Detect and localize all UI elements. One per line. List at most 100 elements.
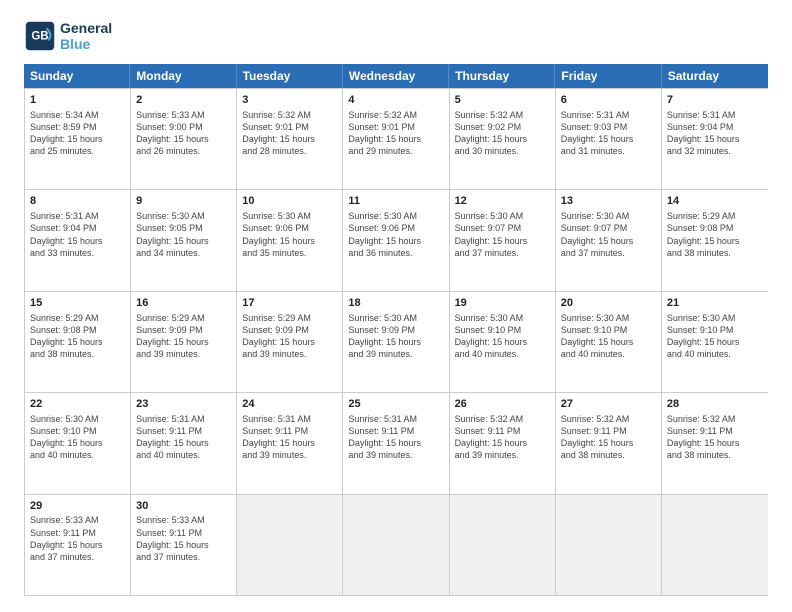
calendar-cell: 21Sunrise: 5:30 AMSunset: 9:10 PMDayligh… xyxy=(662,292,768,392)
logo-line1: General xyxy=(60,20,112,36)
calendar-cell: 30Sunrise: 5:33 AMSunset: 9:11 PMDayligh… xyxy=(131,495,237,595)
calendar-cell xyxy=(450,495,556,595)
cell-info: Sunrise: 5:33 AMSunset: 9:11 PMDaylight:… xyxy=(136,514,231,563)
day-number: 23 xyxy=(136,397,231,412)
day-number: 21 xyxy=(667,296,763,311)
calendar-cell: 17Sunrise: 5:29 AMSunset: 9:09 PMDayligh… xyxy=(237,292,343,392)
cell-info: Sunrise: 5:30 AMSunset: 9:10 PMDaylight:… xyxy=(561,312,656,361)
logo-line2: Blue xyxy=(60,36,112,52)
calendar-cell: 19Sunrise: 5:30 AMSunset: 9:10 PMDayligh… xyxy=(450,292,556,392)
cell-info: Sunrise: 5:33 AMSunset: 9:00 PMDaylight:… xyxy=(136,109,231,158)
calendar-cell: 16Sunrise: 5:29 AMSunset: 9:09 PMDayligh… xyxy=(131,292,237,392)
day-number: 26 xyxy=(455,397,550,412)
calendar-cell: 6Sunrise: 5:31 AMSunset: 9:03 PMDaylight… xyxy=(556,89,662,189)
day-number: 12 xyxy=(455,194,550,209)
calendar-cell: 27Sunrise: 5:32 AMSunset: 9:11 PMDayligh… xyxy=(556,393,662,493)
day-number: 4 xyxy=(348,93,443,108)
day-number: 28 xyxy=(667,397,763,412)
cell-info: Sunrise: 5:31 AMSunset: 9:11 PMDaylight:… xyxy=(242,413,337,462)
cell-info: Sunrise: 5:31 AMSunset: 9:04 PMDaylight:… xyxy=(30,210,125,259)
logo: GB General Blue xyxy=(24,20,112,52)
day-number: 18 xyxy=(348,296,443,311)
day-number: 15 xyxy=(30,296,125,311)
day-number: 6 xyxy=(561,93,656,108)
calendar-row-4: 22Sunrise: 5:30 AMSunset: 9:10 PMDayligh… xyxy=(25,392,768,493)
cell-info: Sunrise: 5:32 AMSunset: 9:11 PMDaylight:… xyxy=(455,413,550,462)
header-day-friday: Friday xyxy=(555,64,661,88)
calendar-cell xyxy=(343,495,449,595)
calendar-cell: 2Sunrise: 5:33 AMSunset: 9:00 PMDaylight… xyxy=(131,89,237,189)
calendar-body: 1Sunrise: 5:34 AMSunset: 8:59 PMDaylight… xyxy=(24,88,768,596)
cell-info: Sunrise: 5:30 AMSunset: 9:09 PMDaylight:… xyxy=(348,312,443,361)
calendar-cell xyxy=(237,495,343,595)
day-number: 11 xyxy=(348,194,443,209)
calendar-cell: 9Sunrise: 5:30 AMSunset: 9:05 PMDaylight… xyxy=(131,190,237,290)
cell-info: Sunrise: 5:30 AMSunset: 9:05 PMDaylight:… xyxy=(136,210,231,259)
calendar-cell: 24Sunrise: 5:31 AMSunset: 9:11 PMDayligh… xyxy=(237,393,343,493)
calendar-cell xyxy=(556,495,662,595)
cell-info: Sunrise: 5:31 AMSunset: 9:03 PMDaylight:… xyxy=(561,109,656,158)
cell-info: Sunrise: 5:29 AMSunset: 9:08 PMDaylight:… xyxy=(667,210,763,259)
header-day-sunday: Sunday xyxy=(24,64,130,88)
day-number: 7 xyxy=(667,93,763,108)
day-number: 9 xyxy=(136,194,231,209)
day-number: 13 xyxy=(561,194,656,209)
cell-info: Sunrise: 5:31 AMSunset: 9:11 PMDaylight:… xyxy=(136,413,231,462)
day-number: 5 xyxy=(455,93,550,108)
cell-info: Sunrise: 5:31 AMSunset: 9:04 PMDaylight:… xyxy=(667,109,763,158)
calendar-cell: 13Sunrise: 5:30 AMSunset: 9:07 PMDayligh… xyxy=(556,190,662,290)
calendar-cell: 18Sunrise: 5:30 AMSunset: 9:09 PMDayligh… xyxy=(343,292,449,392)
calendar-cell: 29Sunrise: 5:33 AMSunset: 9:11 PMDayligh… xyxy=(25,495,131,595)
calendar-cell: 12Sunrise: 5:30 AMSunset: 9:07 PMDayligh… xyxy=(450,190,556,290)
cell-info: Sunrise: 5:30 AMSunset: 9:06 PMDaylight:… xyxy=(348,210,443,259)
calendar-cell: 14Sunrise: 5:29 AMSunset: 9:08 PMDayligh… xyxy=(662,190,768,290)
cell-info: Sunrise: 5:30 AMSunset: 9:10 PMDaylight:… xyxy=(455,312,550,361)
calendar-cell: 11Sunrise: 5:30 AMSunset: 9:06 PMDayligh… xyxy=(343,190,449,290)
calendar-cell: 25Sunrise: 5:31 AMSunset: 9:11 PMDayligh… xyxy=(343,393,449,493)
day-number: 1 xyxy=(30,93,125,108)
cell-info: Sunrise: 5:32 AMSunset: 9:02 PMDaylight:… xyxy=(455,109,550,158)
cell-info: Sunrise: 5:29 AMSunset: 9:09 PMDaylight:… xyxy=(136,312,231,361)
calendar-cell: 22Sunrise: 5:30 AMSunset: 9:10 PMDayligh… xyxy=(25,393,131,493)
cell-info: Sunrise: 5:31 AMSunset: 9:11 PMDaylight:… xyxy=(348,413,443,462)
cell-info: Sunrise: 5:29 AMSunset: 9:08 PMDaylight:… xyxy=(30,312,125,361)
calendar-cell: 1Sunrise: 5:34 AMSunset: 8:59 PMDaylight… xyxy=(25,89,131,189)
calendar-row-1: 1Sunrise: 5:34 AMSunset: 8:59 PMDaylight… xyxy=(25,88,768,189)
day-number: 24 xyxy=(242,397,337,412)
cell-info: Sunrise: 5:34 AMSunset: 8:59 PMDaylight:… xyxy=(30,109,125,158)
day-number: 29 xyxy=(30,499,125,514)
calendar-cell: 7Sunrise: 5:31 AMSunset: 9:04 PMDaylight… xyxy=(662,89,768,189)
cell-info: Sunrise: 5:30 AMSunset: 9:07 PMDaylight:… xyxy=(455,210,550,259)
header-day-monday: Monday xyxy=(130,64,236,88)
calendar-cell: 15Sunrise: 5:29 AMSunset: 9:08 PMDayligh… xyxy=(25,292,131,392)
day-number: 10 xyxy=(242,194,337,209)
calendar-cell: 28Sunrise: 5:32 AMSunset: 9:11 PMDayligh… xyxy=(662,393,768,493)
day-number: 25 xyxy=(348,397,443,412)
logo-icon: GB xyxy=(24,20,56,52)
calendar-cell: 4Sunrise: 5:32 AMSunset: 9:01 PMDaylight… xyxy=(343,89,449,189)
calendar-cell: 23Sunrise: 5:31 AMSunset: 9:11 PMDayligh… xyxy=(131,393,237,493)
day-number: 16 xyxy=(136,296,231,311)
header-day-thursday: Thursday xyxy=(449,64,555,88)
calendar-cell: 5Sunrise: 5:32 AMSunset: 9:02 PMDaylight… xyxy=(450,89,556,189)
day-number: 22 xyxy=(30,397,125,412)
calendar: SundayMondayTuesdayWednesdayThursdayFrid… xyxy=(24,64,768,596)
calendar-cell: 8Sunrise: 5:31 AMSunset: 9:04 PMDaylight… xyxy=(25,190,131,290)
header-day-saturday: Saturday xyxy=(662,64,768,88)
calendar-row-5: 29 Sunrise: 5:33 AMSunset: 9:11 PMDayligh… xyxy=(25,494,768,595)
calendar-cell xyxy=(662,495,768,595)
day-number: 3 xyxy=(242,93,337,108)
day-number: 30 xyxy=(136,499,231,514)
svg-text:GB: GB xyxy=(31,31,48,43)
cell-info: Sunrise: 5:32 AMSunset: 9:11 PMDaylight:… xyxy=(561,413,656,462)
day-number: 19 xyxy=(455,296,550,311)
cell-info: Sunrise: 5:30 AMSunset: 9:07 PMDaylight:… xyxy=(561,210,656,259)
day-number: 2 xyxy=(136,93,231,108)
day-number: 20 xyxy=(561,296,656,311)
day-number: 8 xyxy=(30,194,125,209)
header-day-wednesday: Wednesday xyxy=(343,64,449,88)
calendar-header: SundayMondayTuesdayWednesdayThursdayFrid… xyxy=(24,64,768,88)
calendar-row-2: 8Sunrise: 5:31 AMSunset: 9:04 PMDaylight… xyxy=(25,189,768,290)
calendar-row-3: 15Sunrise: 5:29 AMSunset: 9:08 PMDayligh… xyxy=(25,291,768,392)
cell-info: Sunrise: 5:29 AMSunset: 9:09 PMDaylight:… xyxy=(242,312,337,361)
